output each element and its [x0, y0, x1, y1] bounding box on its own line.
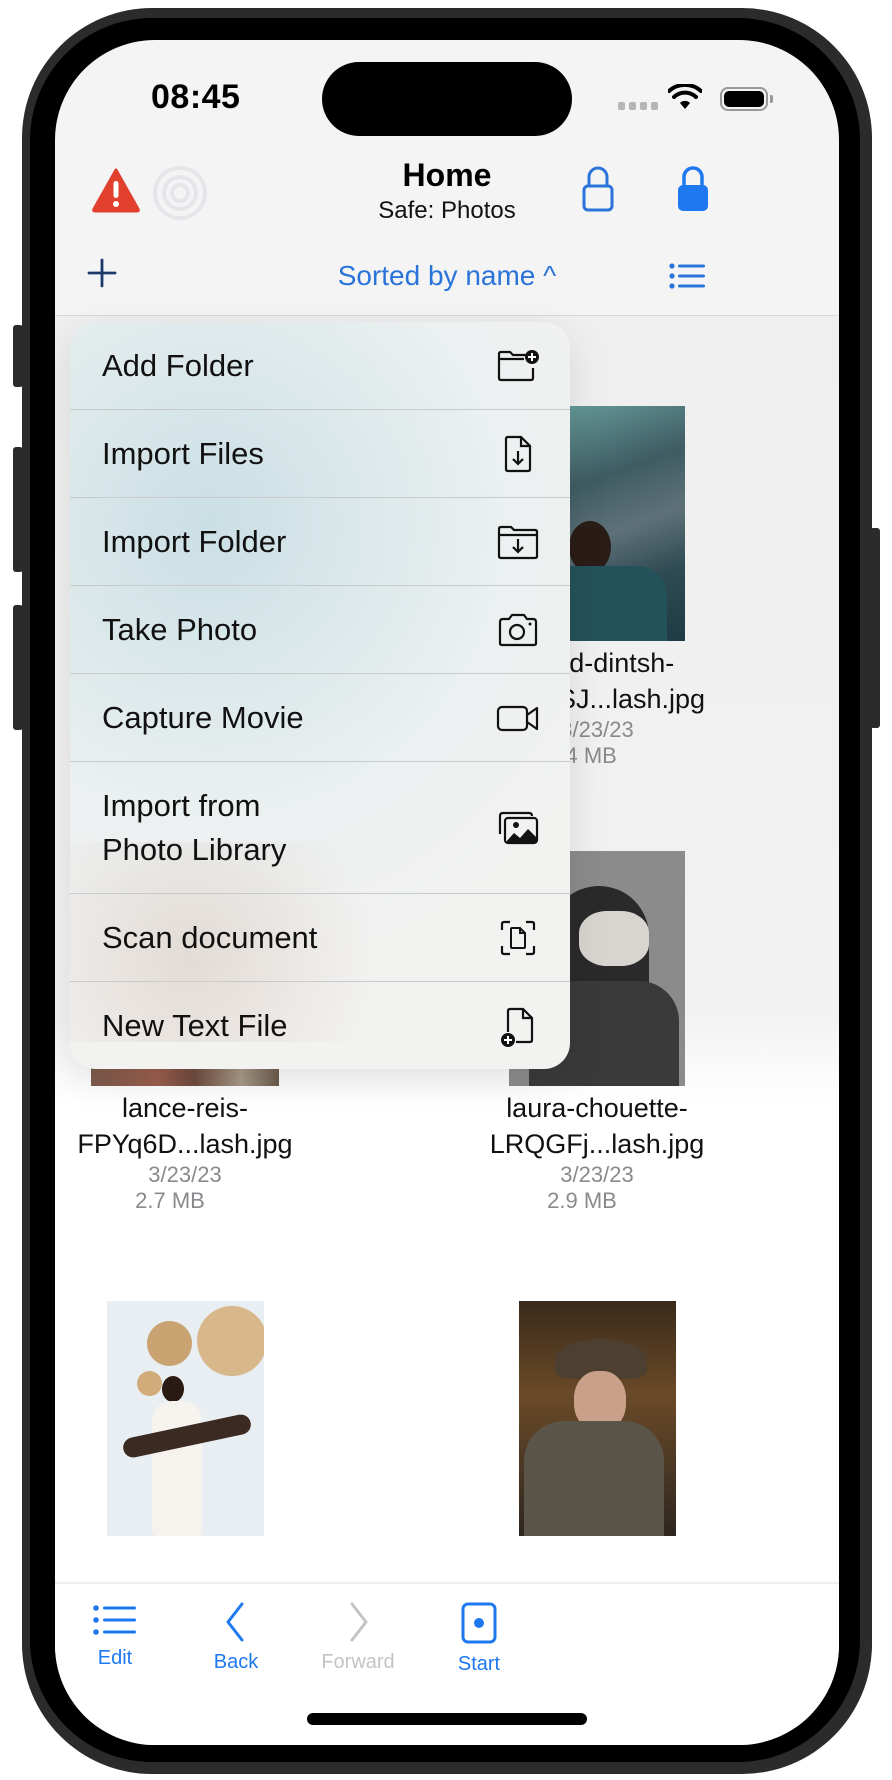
- menu-item-label: Import Files: [102, 435, 264, 471]
- action-button: [13, 325, 23, 387]
- video-icon: [496, 705, 539, 731]
- volume-down-button: [13, 605, 23, 730]
- file-size: 2.9 MB: [547, 1188, 617, 1213]
- add-menu: Add Folder Import Files Import Folder Ta…: [70, 322, 570, 1069]
- file-size: 2.7 MB: [135, 1188, 205, 1213]
- file-date: 3/23/23: [148, 1162, 222, 1187]
- power-button: [870, 528, 880, 728]
- bottom-toolbar: Edit Back Forward Start: [55, 1582, 839, 1745]
- cellular-signal-icon: [618, 102, 658, 110]
- scan-document-icon: [500, 920, 536, 955]
- menu-item-label: New Text File: [102, 1007, 288, 1043]
- lock-closed-icon[interactable]: [676, 166, 710, 212]
- dynamic-island: [322, 62, 572, 136]
- status-time: 08:45: [151, 78, 241, 116]
- menu-item-import-photo-library[interactable]: Import from Photo Library: [70, 761, 570, 893]
- page-subtitle: Safe: Photos: [378, 197, 516, 224]
- list-icon: [93, 1605, 136, 1635]
- menu-item-import-folder[interactable]: Import Folder: [70, 497, 570, 585]
- tab-label: Back: [213, 1651, 259, 1673]
- chevron-right-icon: [350, 1602, 368, 1642]
- file-name: lance-reis- FPYq6D...lash.jpg: [77, 1093, 293, 1159]
- menu-item-label: Capture Movie: [102, 699, 304, 735]
- menu-item-add-folder[interactable]: Add Folder: [70, 322, 570, 409]
- tab-label: Edit: [97, 1647, 133, 1669]
- menu-item-scan-document[interactable]: Scan document: [70, 893, 570, 981]
- menu-item-label: Import from Photo Library: [102, 787, 287, 867]
- folder-import-icon: [497, 525, 539, 559]
- file-tile[interactable]: [55, 1301, 335, 1536]
- home-indicator[interactable]: [307, 1713, 587, 1725]
- sort-button[interactable]: Sorted by name ^: [55, 260, 839, 292]
- menu-item-label: Add Folder: [102, 347, 254, 383]
- battery-icon: [720, 87, 773, 111]
- tab-edit[interactable]: Edit: [55, 1602, 175, 1670]
- tab-start[interactable]: Start: [419, 1602, 539, 1676]
- menu-item-capture-movie[interactable]: Capture Movie: [70, 673, 570, 761]
- camera-icon: [498, 613, 538, 646]
- menu-item-import-files[interactable]: Import Files: [70, 409, 570, 497]
- page-title: Home: [402, 157, 492, 193]
- menu-item-label: Import Folder: [102, 523, 287, 559]
- screen: 08:45 Home Safe: Photos Sorted by name ^: [55, 40, 839, 1745]
- menu-item-label: Scan document: [102, 919, 318, 955]
- new-file-icon: [501, 1007, 534, 1047]
- photo-library-icon: [498, 811, 539, 844]
- file-thumbnail: [106, 1301, 264, 1536]
- list-icon[interactable]: [669, 262, 705, 290]
- tab-forward: Forward: [298, 1602, 418, 1674]
- file-date: 3/23/23: [560, 1162, 634, 1187]
- chevron-left-icon: [226, 1602, 244, 1642]
- lock-open-icon[interactable]: [582, 166, 614, 212]
- folder-add-icon: [497, 349, 539, 381]
- tab-label: Forward: [321, 1651, 395, 1673]
- menu-item-new-text-file[interactable]: New Text File: [70, 981, 570, 1069]
- menu-item-label: Take Photo: [102, 611, 258, 647]
- tab-back[interactable]: Back: [176, 1602, 296, 1674]
- wifi-icon: [668, 84, 702, 109]
- tab-label: Start: [457, 1653, 501, 1675]
- file-name: laura-chouette- LRQGFj...lash.jpg: [489, 1093, 705, 1159]
- start-icon: [461, 1602, 497, 1644]
- file-tile[interactable]: [447, 1301, 747, 1536]
- file-thumbnail: [518, 1301, 676, 1536]
- menu-item-take-photo[interactable]: Take Photo: [70, 585, 570, 673]
- file-import-icon: [504, 435, 532, 472]
- volume-up-button: [13, 447, 23, 572]
